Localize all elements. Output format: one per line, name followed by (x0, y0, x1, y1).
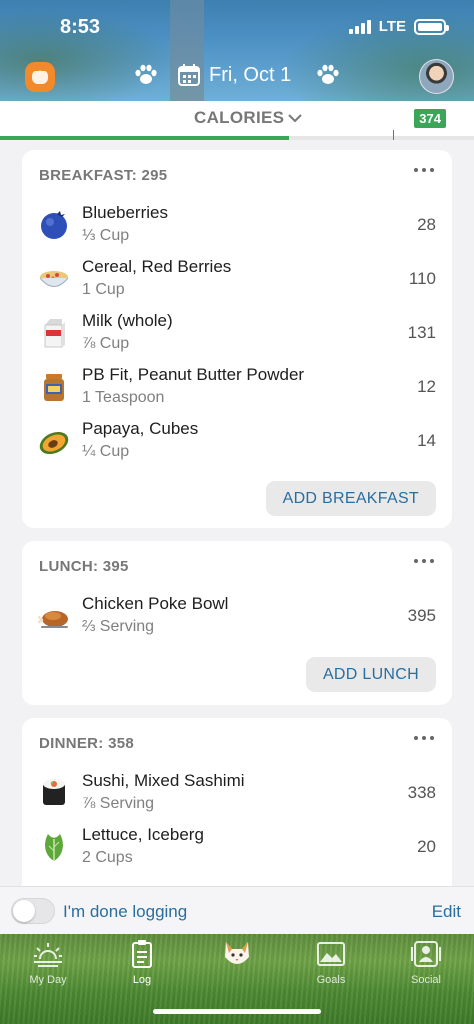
meal-title: DINNER: 358 (39, 735, 134, 752)
food-name: Papaya, Cubes (82, 419, 199, 438)
more-options-icon[interactable] (414, 559, 434, 565)
calories-selector[interactable]: CALORIES (194, 108, 302, 128)
tab-label: Social (411, 974, 441, 986)
tab-label: Goals (316, 974, 346, 986)
meal-log-list[interactable]: BREAKFAST: 295 Blueberries ⅓ Cup 28 Cere… (0, 140, 474, 886)
food-quantity: ⅞ Cup (82, 335, 130, 352)
tab-label: My Day (29, 974, 67, 986)
meal-card-dinner: DINNER: 358 Sushi, Mixed Sashimi ⅞ Servi… (22, 718, 452, 886)
food-name: Sushi, Mixed Sashimi (82, 771, 245, 790)
cat-mascot-icon (220, 938, 254, 970)
date-selector[interactable]: Fri, Oct 1 (177, 63, 291, 87)
food-item[interactable]: Blueberries ⅓ Cup 28 (22, 197, 452, 251)
food-item[interactable]: Milk (whole) ⅞ Cup 131 (22, 305, 452, 359)
previous-day-paw-icon[interactable] (134, 64, 158, 86)
food-item[interactable]: Papaya, Cubes ¼ Cup 14 (22, 413, 452, 467)
clipboard-icon (125, 938, 159, 970)
sunrise-icon (31, 938, 65, 970)
food-quantity: 1 Cup (82, 281, 125, 298)
network-type: LTE (378, 18, 406, 35)
status-indicators: LTE (348, 18, 449, 35)
sushi-roll-icon (38, 777, 70, 809)
more-options-icon[interactable] (414, 168, 434, 174)
meal-card-lunch: LUNCH: 395 Chicken Poke Bowl ⅔ Serving 3… (22, 541, 452, 705)
done-logging-label[interactable]: I'm done logging (63, 902, 187, 922)
food-item[interactable]: PB Fit, Peanut Butter Powder 1 Teaspoon … (22, 359, 452, 413)
current-date: Fri, Oct 1 (209, 63, 292, 86)
milk-carton-icon (38, 317, 70, 349)
food-quantity: ⅓ Cup (82, 227, 130, 244)
food-item[interactable]: Chicken Poke Bowl ⅔ Serving 395 (22, 588, 452, 642)
food-calories: 28 (417, 215, 436, 234)
food-quantity: ⅔ Serving (82, 618, 155, 635)
tab-goals[interactable]: Goals (293, 938, 369, 994)
tab-mascot[interactable] (199, 938, 275, 994)
food-quantity: ¼ Cup (82, 443, 130, 460)
food-calories: 395 (407, 606, 436, 625)
food-name: Chicken Poke Bowl (82, 594, 229, 613)
food-calories: 12 (417, 377, 436, 396)
app-header: 8:53 LTE Fri, Oct 1 (0, 0, 474, 101)
food-quantity: 1 Teaspoon (82, 389, 165, 406)
signal-icon (348, 19, 371, 34)
roast-chicken-icon (37, 600, 70, 632)
done-logging-bar: I'm done logging Edit (0, 886, 474, 934)
food-calories: 20 (417, 837, 436, 856)
chevron-down-icon (288, 114, 302, 123)
home-indicator[interactable] (153, 1009, 321, 1014)
battery-icon (414, 18, 449, 35)
tab-label: Log (132, 974, 152, 986)
calories-remaining-badge: 374 (414, 109, 446, 128)
tab-my-day[interactable]: My Day (10, 938, 86, 994)
peanut-butter-jar-icon (38, 371, 70, 403)
goals-picture-icon (314, 938, 348, 970)
food-calories: 338 (407, 783, 436, 802)
meal-title: LUNCH: 395 (39, 558, 129, 575)
meal-title: BREAKFAST: 295 (39, 167, 168, 184)
status-time: 8:53 (60, 16, 101, 38)
calories-bar: CALORIES 374 (0, 101, 474, 140)
calendar-icon (178, 64, 200, 86)
done-logging-toggle[interactable] (11, 898, 55, 924)
food-name: Lettuce, Iceberg (82, 825, 204, 844)
food-name: Milk (whole) (82, 311, 173, 330)
cereal-bowl-icon (38, 263, 70, 295)
calories-budget-marker (393, 130, 394, 140)
blueberry-icon (38, 209, 70, 241)
food-item[interactable]: Cereal, Red Berries 1 Cup 110 (22, 251, 452, 305)
tab-social[interactable]: Social (388, 938, 464, 994)
food-item[interactable]: Lettuce, Iceberg 2 Cups 20 (22, 819, 452, 873)
tab-log[interactable]: Log (104, 938, 180, 994)
next-day-paw-icon[interactable] (316, 64, 340, 86)
food-quantity: 2 Cups (82, 849, 133, 866)
food-calories: 110 (408, 269, 436, 288)
meal-card-breakfast: BREAKFAST: 295 Blueberries ⅓ Cup 28 Cere… (22, 150, 452, 528)
food-name: PB Fit, Peanut Butter Powder (82, 365, 305, 384)
food-quantity: ⅞ Serving (82, 795, 155, 812)
add-breakfast-button[interactable]: ADD BREAKFAST (265, 481, 436, 516)
papaya-icon (38, 425, 70, 457)
food-item[interactable]: Sushi, Mixed Sashimi ⅞ Serving 338 (22, 765, 452, 819)
lettuce-icon (38, 831, 70, 863)
calories-label: CALORIES (194, 108, 285, 127)
social-people-icon (409, 938, 443, 970)
food-name: Cereal, Red Berries (82, 257, 232, 276)
food-name: Blueberries (82, 203, 168, 222)
food-calories: 131 (407, 323, 436, 342)
more-options-icon[interactable] (414, 736, 434, 742)
avatar[interactable] (419, 59, 454, 94)
edit-button[interactable]: Edit (432, 902, 461, 922)
food-calories: 14 (417, 431, 436, 450)
add-lunch-button[interactable]: ADD LUNCH (305, 657, 436, 692)
app-logo-icon[interactable] (25, 62, 55, 92)
